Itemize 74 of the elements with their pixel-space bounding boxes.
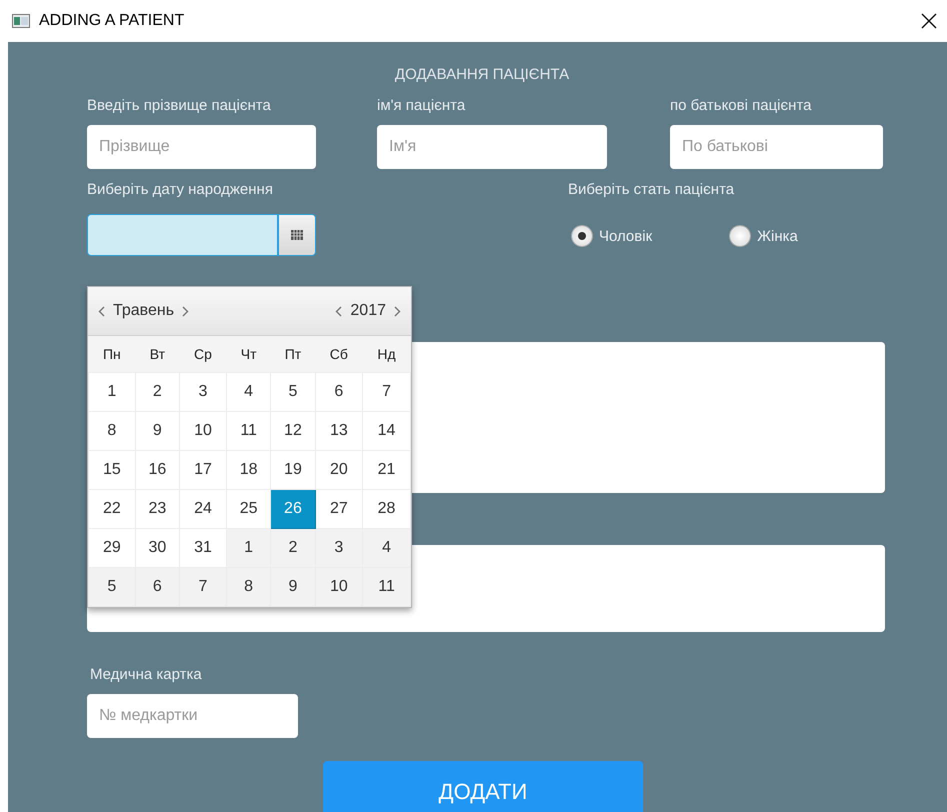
calendar-day[interactable]: 10 — [315, 568, 363, 606]
calendar-day[interactable]: 30 — [135, 528, 180, 568]
calendar-day[interactable]: 7 — [362, 372, 410, 412]
radio-option[interactable]: Чоловік — [572, 226, 652, 246]
field-label: по батькові пацієнта — [670, 97, 812, 116]
previous-year-icon[interactable] — [335, 306, 342, 316]
weekday-label: Сб — [315, 336, 363, 372]
calendar-day[interactable]: 25 — [226, 490, 271, 528]
calendar-day[interactable]: 24 — [180, 490, 226, 528]
calendar-day[interactable]: 19 — [270, 450, 316, 490]
weekday-label: Ср — [180, 336, 226, 372]
calendar-day[interactable]: 3 — [180, 372, 226, 412]
calendar-day[interactable]: 7 — [180, 568, 226, 606]
calendar-day[interactable]: 10 — [180, 412, 226, 450]
calendar-day[interactable]: 1 — [226, 528, 271, 568]
weekday-label: Пн — [88, 336, 136, 372]
field-label: ім'я пацієнта — [377, 97, 466, 116]
radio-option[interactable]: Жінка — [730, 226, 798, 246]
calendar-day[interactable]: 26 — [270, 490, 316, 528]
calendar-day[interactable]: 20 — [315, 450, 363, 490]
calendar-day[interactable]: 28 — [362, 490, 410, 528]
calendar-day[interactable]: 15 — [88, 450, 136, 490]
next-month-icon[interactable] — [182, 306, 190, 316]
calendar-day[interactable]: 4 — [226, 372, 271, 412]
calendar-day[interactable]: 31 — [180, 528, 226, 568]
next-year-icon[interactable] — [394, 306, 401, 316]
calendar-day[interactable]: 27 — [315, 490, 363, 528]
calendar-day[interactable]: 11 — [226, 412, 271, 450]
year-label: 2017 — [350, 302, 386, 320]
field-label: Виберіть дату народження — [87, 181, 274, 200]
calendar-day[interactable]: 2 — [270, 528, 316, 568]
window-title: ADDING A PATIENT — [39, 12, 186, 30]
calendar-day[interactable]: 5 — [270, 372, 316, 412]
calendar-day[interactable]: 12 — [270, 412, 316, 450]
name-field[interactable]: Прізвище — [87, 125, 316, 169]
calendar-day[interactable]: 22 — [88, 490, 136, 528]
calendar-day[interactable]: 5 — [88, 568, 136, 606]
weekday-label: Вт — [135, 336, 180, 372]
calendar-day[interactable]: 8 — [88, 412, 136, 450]
close-icon[interactable] — [921, 13, 937, 29]
calendar-day[interactable]: 17 — [180, 450, 226, 490]
calendar-button[interactable] — [278, 214, 316, 256]
calendar-day[interactable]: 3 — [315, 528, 363, 568]
calendar-day[interactable]: 9 — [135, 412, 180, 450]
calendar-day[interactable]: 1 — [88, 372, 136, 412]
field-label: Виберіть стать пацієнта — [568, 181, 736, 200]
form-heading: ДОДАВАННЯ ПАЦІЄНТА — [394, 66, 570, 83]
calendar-day[interactable]: 6 — [315, 372, 363, 412]
calendar-day[interactable]: 9 — [270, 568, 316, 606]
app-icon — [12, 14, 30, 28]
name-field[interactable]: Ім'я — [377, 125, 607, 169]
name-field[interactable]: По батькові — [670, 125, 883, 169]
calendar-day[interactable]: 14 — [362, 412, 410, 450]
field-label: Медична картка — [90, 666, 203, 685]
calendar-day[interactable]: 11 — [362, 568, 410, 606]
month-label: Травень — [113, 302, 174, 320]
calendar-day[interactable]: 16 — [135, 450, 180, 490]
calendar-day[interactable]: 13 — [315, 412, 363, 450]
calendar-day[interactable]: 6 — [135, 568, 180, 606]
previous-month-icon[interactable] — [98, 306, 105, 316]
calendar-day[interactable]: 18 — [226, 450, 271, 490]
calendar-day[interactable]: 4 — [362, 528, 410, 568]
calendar-day[interactable]: 23 — [135, 490, 180, 528]
weekday-label: Чт — [226, 336, 271, 372]
calendar-day[interactable]: 21 — [362, 450, 410, 490]
calendar-day[interactable]: 29 — [88, 528, 136, 568]
date-field[interactable] — [87, 214, 278, 256]
weekday-label: Пт — [270, 336, 316, 372]
medical-card-field[interactable]: № медкартки — [87, 694, 298, 738]
weekday-label: Нд — [362, 336, 410, 372]
calendar-icon — [291, 230, 303, 240]
calendar-day[interactable]: 2 — [135, 372, 180, 412]
calendar-day[interactable]: 8 — [226, 568, 271, 606]
field-label: Введіть прізвище пацієнта — [87, 97, 272, 116]
